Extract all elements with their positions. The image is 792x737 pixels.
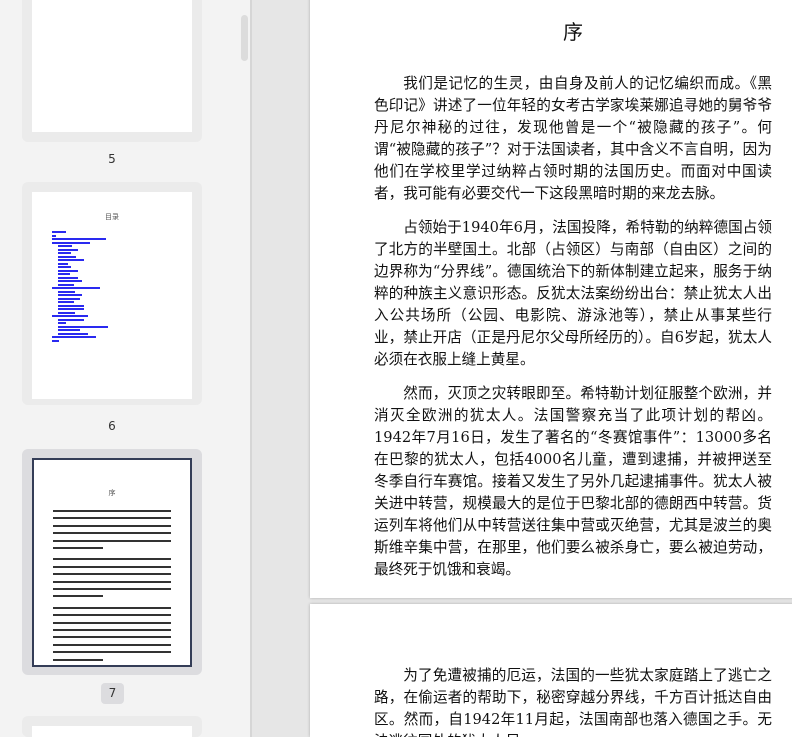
text-line <box>53 606 171 609</box>
text-line <box>53 658 103 661</box>
paragraph: 占领始于1940年6月，法国投降，希特勒的纳粹德国占领了北方的半壁国土。北部（占… <box>374 219 772 368</box>
text-line <box>53 547 103 549</box>
toc-entry-line <box>58 290 75 293</box>
document-view[interactable]: 序 我们是记忆的生灵，由自身及前人的记忆编织而成。《黑色印记》讲述了一位年轻的女… <box>252 0 792 737</box>
text-line <box>53 580 171 583</box>
thumbnail-page-5[interactable] <box>22 0 202 142</box>
toc-entry-line <box>58 308 84 310</box>
text-line <box>53 643 171 646</box>
text-line <box>53 517 171 520</box>
toc-entry-line <box>58 322 66 324</box>
toc-entry-line <box>58 259 84 261</box>
toc-entry-line <box>52 336 96 338</box>
thumbnail-image <box>32 726 192 737</box>
text-line <box>53 510 171 512</box>
toc-entry-line <box>52 241 90 244</box>
toc-entry-line <box>52 339 59 342</box>
thumbnail-page-7[interactable]: 序 <box>22 449 202 675</box>
toc-entry-line <box>58 269 78 272</box>
toc-entry-line <box>58 273 70 275</box>
toc-entry-line <box>58 252 71 254</box>
text-line <box>53 629 171 631</box>
toc-entry-line <box>58 280 82 282</box>
thumbnail-page-6[interactable]: 目录 <box>22 182 202 405</box>
toc-entry-line <box>58 311 75 314</box>
thumbnail-page-8[interactable] <box>22 716 202 737</box>
toc-entry-line <box>58 248 78 251</box>
page-body: 为了免遭被捕的厄运，法国的一些犹太家庭踏上了逃亡之路，在偷运者的帮助下，秘密穿越… <box>374 665 772 737</box>
text-line <box>53 532 171 535</box>
toc-entry-line <box>58 304 84 307</box>
page-number-label: 5 <box>108 152 116 166</box>
thumbnail-title: 目录 <box>105 213 119 221</box>
toc-entry-line <box>58 332 88 335</box>
toc-entry-line <box>58 255 76 258</box>
thumbnail-sidebar: 5 目录 6 序 7 <box>0 0 250 737</box>
text-line <box>53 595 103 598</box>
toc-entry-line <box>58 283 74 286</box>
toc-entry-line <box>58 276 78 279</box>
text-line <box>53 636 171 639</box>
toc-entry-line <box>52 234 56 237</box>
toc-entry-line <box>58 262 68 265</box>
text-line <box>53 539 171 542</box>
thumbnail-image: 序 <box>32 458 192 667</box>
text-line <box>53 621 171 624</box>
paragraph: 我们是记忆的生灵，由自身及前人的记忆编织而成。《黑色印记》讲述了一位年轻的女考古… <box>374 75 772 202</box>
text-line <box>53 614 171 617</box>
sidebar-scrollbar[interactable] <box>238 0 250 737</box>
text-line <box>53 558 171 561</box>
sidebar-scrollbar-thumb[interactable] <box>241 15 248 61</box>
toc-entry-line <box>52 231 66 233</box>
paragraph: 然而，灭顶之灾转眼即至。希特勒计划征服整个欧洲，并消灭全欧洲的犹太人。法国警察充… <box>374 385 772 578</box>
document-page: 为了免遭被捕的厄运，法国的一些犹太家庭踏上了逃亡之路，在偷运者的帮助下，秘密穿越… <box>310 604 792 737</box>
thumbnail-image: 目录 <box>32 192 192 399</box>
toc-entry-line <box>58 245 72 247</box>
toc-entry-line <box>58 294 82 296</box>
thumbnail-image <box>32 0 192 132</box>
page-number-label: 6 <box>108 419 116 433</box>
thumbnail-title: 序 <box>108 489 116 497</box>
text-line <box>53 651 171 654</box>
toc-entry-line <box>52 238 106 240</box>
toc-entry-line <box>58 297 80 300</box>
text-line <box>53 588 171 590</box>
current-page-badge: 7 <box>101 683 124 704</box>
toc-entry-line <box>52 315 88 317</box>
paragraph: 为了免遭被捕的厄运，法国的一些犹太家庭踏上了逃亡之路，在偷运者的帮助下，秘密穿越… <box>374 667 772 737</box>
toc-entry-line <box>58 329 80 331</box>
toc-entry-line <box>58 266 71 268</box>
page-title: 序 <box>563 20 583 44</box>
toc-entry-line <box>58 301 74 303</box>
text-line <box>53 573 171 576</box>
toc-entry-line <box>58 318 84 321</box>
text-line <box>53 524 171 527</box>
page-body: 我们是记忆的生灵，由自身及前人的记忆编织而成。《黑色印记》讲述了一位年轻的女考古… <box>374 73 772 581</box>
document-page: 序 我们是记忆的生灵，由自身及前人的记忆编织而成。《黑色印记》讲述了一位年轻的女… <box>310 0 792 598</box>
text-line <box>53 565 171 568</box>
toc-entry-line <box>58 325 108 328</box>
toc-entry-line <box>52 287 100 289</box>
